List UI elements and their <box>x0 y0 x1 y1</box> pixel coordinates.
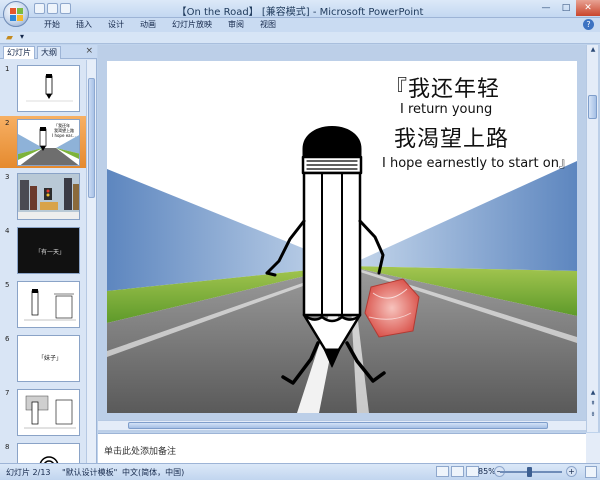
scroll-up-icon[interactable]: ▲ <box>588 388 598 398</box>
maximize-button[interactable]: □ <box>556 0 576 16</box>
slide-preview: 「有一天」 <box>17 227 80 274</box>
slide-preview <box>17 281 80 328</box>
slide-preview <box>17 173 80 220</box>
editing-vertical-scrollbar[interactable]: ▲ ▲ ⇞ ⇟ <box>586 45 598 432</box>
spiral-thumbnail-icon <box>39 456 59 463</box>
slide-preview <box>17 389 80 436</box>
tab-animation[interactable]: 动画 <box>132 19 164 31</box>
tab-view[interactable]: 视图 <box>252 19 284 31</box>
help-icon[interactable]: ? <box>583 19 594 30</box>
office-logo-icon <box>10 8 23 21</box>
scroll-up-icon[interactable]: ▲ <box>588 45 598 55</box>
road-scene-thumbnail-icon <box>18 127 79 165</box>
slide-thumbnails: 1 2 「我还年 我渴望上路 I hope ear... 3 4 「有一天」 5… <box>0 60 86 463</box>
slide-thumbnail-4[interactable]: 4 「有一天」 <box>0 224 86 276</box>
slide-number: 3 <box>5 173 10 181</box>
next-slide-icon[interactable]: ⇟ <box>588 410 598 420</box>
tab-slideshow[interactable]: 幻灯片放映 <box>164 19 220 31</box>
slide-number: 4 <box>5 227 10 235</box>
tab-insert[interactable]: 插入 <box>68 19 100 31</box>
tab-outline[interactable]: 大纲 <box>37 46 61 59</box>
slide-preview <box>17 65 80 112</box>
slide-number: 2 <box>5 119 10 127</box>
slide-text-line2-en[interactable]: I hope earnestly to start on』 <box>382 152 572 171</box>
customize-arrow-icon[interactable]: ▾ <box>20 32 24 41</box>
road-illustration <box>107 126 577 413</box>
slide-thumbnail-1[interactable]: 1 <box>0 62 86 114</box>
slide-preview: 「妹子」 <box>17 335 80 382</box>
slide-thumbnail-3[interactable]: 3 <box>0 170 86 222</box>
view-buttons <box>436 466 479 477</box>
slide-number: 6 <box>5 335 10 343</box>
quick-toolbar-strip: ▰ ▾ <box>0 32 600 44</box>
thumb-text: 「有一天」 <box>35 249 66 256</box>
notes-placeholder[interactable]: 单击此处添加备注 <box>104 444 176 457</box>
office-button[interactable] <box>3 1 29 27</box>
slide-number: 1 <box>5 65 10 73</box>
notes-scrollbar[interactable] <box>586 433 600 463</box>
slide-thumbnail-8[interactable]: 8 <box>0 440 86 463</box>
tab-slides[interactable]: 幻灯片 <box>3 46 35 59</box>
slides-panel: 幻灯片 大纲 × 1 2 「我还年 我渴望上路 I hope ear... 3 … <box>0 45 97 463</box>
slide-sorter-icon[interactable] <box>451 466 464 477</box>
panel-close-icon[interactable]: × <box>85 46 93 56</box>
slide-canvas[interactable]: 『我还年轻 I return young 我渴望上路 I hope earnes… <box>107 61 577 413</box>
zoom-slider-handle[interactable] <box>527 467 532 477</box>
slide-thumbnail-6[interactable]: 6 「妹子」 <box>0 332 86 384</box>
previous-slide-icon[interactable]: ⇞ <box>588 399 598 409</box>
language-indicator[interactable]: 中文(简体，中国) <box>122 467 184 478</box>
window-title: 【On the Road】 [兼容模式] - Microsoft PowerPo… <box>176 7 424 18</box>
slide-thumbnail-7[interactable]: 7 <box>0 386 86 438</box>
minimize-button[interactable]: — <box>536 0 556 16</box>
pencil-figure-icon <box>26 74 73 102</box>
normal-view-icon[interactable] <box>436 466 449 477</box>
fit-to-window-icon[interactable] <box>585 466 597 478</box>
open-folder-icon[interactable]: ▰ <box>6 33 13 43</box>
slide-preview: 「我还年 我渴望上路 I hope ear... <box>17 119 80 166</box>
editing-horizontal-scrollbar[interactable] <box>98 420 586 430</box>
slides-panel-scrollbar[interactable] <box>86 60 96 463</box>
slide-preview <box>17 443 80 463</box>
slides-panel-tabs: 幻灯片 大纲 × <box>0 45 97 59</box>
slide-number: 8 <box>5 443 10 451</box>
scrollbar-thumb[interactable] <box>88 78 95 198</box>
thumb-text: I hope ear... <box>52 133 76 138</box>
slide-editing-area: 『我还年轻 I return young 我渴望上路 I hope earnes… <box>98 45 600 432</box>
slide-thumbnail-5[interactable]: 5 <box>0 278 86 330</box>
status-bar: 幻灯片 2/13 "默认设计模板" 中文(简体，中国) 85% − + <box>0 463 600 480</box>
tab-home[interactable]: 开始 <box>36 19 68 31</box>
scrollbar-thumb[interactable] <box>128 422 548 429</box>
window-controls: — □ ✕ <box>536 0 600 16</box>
slide-text-line1-cn[interactable]: 『我还年轻 <box>385 71 500 103</box>
city-scene-thumbnail-icon <box>18 174 79 219</box>
slide-text-line1-en[interactable]: I return young <box>400 102 492 117</box>
scrollbar-thumb[interactable] <box>588 95 597 119</box>
notes-pane[interactable]: 单击此处添加备注 <box>98 433 586 463</box>
ribbon-tab-bar: 开始 插入 设计 动画 幻灯片放映 审阅 视图 ? <box>0 18 600 32</box>
thumb-text: 「妹子」 <box>38 355 63 362</box>
pencil-sketch-thumbnail-icon <box>24 289 76 321</box>
theme-name: "默认设计模板" <box>62 468 118 477</box>
slide-number: 5 <box>5 281 10 289</box>
tab-design[interactable]: 设计 <box>100 19 132 31</box>
slide-text-line2-cn[interactable]: 我渴望上路 <box>394 121 509 153</box>
slide-thumbnail-2[interactable]: 2 「我还年 我渴望上路 I hope ear... <box>0 116 86 168</box>
slide-counter: 幻灯片 2/13 <box>6 468 51 477</box>
title-bar: 【On the Road】 [兼容模式] - Microsoft PowerPo… <box>0 0 600 27</box>
slide-number: 7 <box>5 389 10 397</box>
close-button[interactable]: ✕ <box>576 0 600 16</box>
tab-review[interactable]: 审阅 <box>220 19 252 31</box>
pencil-sketch-thumbnail-icon <box>24 395 76 429</box>
zoom-in-icon[interactable]: + <box>566 466 577 477</box>
